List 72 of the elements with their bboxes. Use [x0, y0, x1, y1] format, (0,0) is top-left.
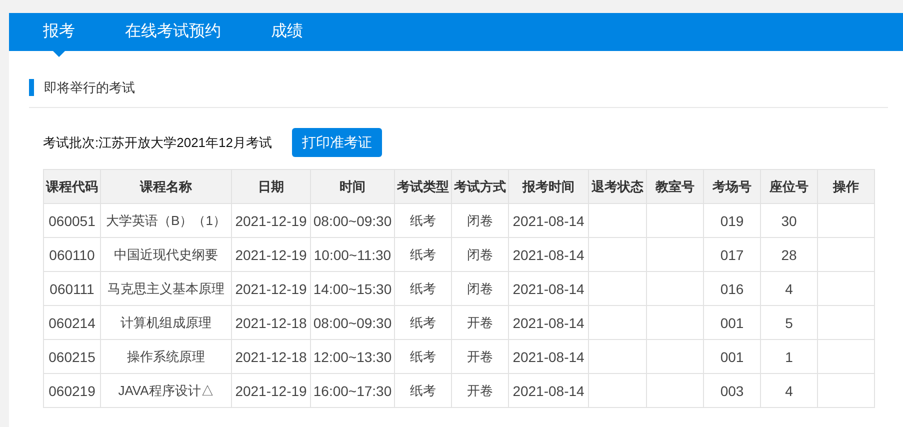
nav-tab[interactable]: 成绩 [257, 13, 317, 51]
column-header: 报考时间 [508, 170, 588, 204]
table-cell: 1 [760, 340, 818, 374]
table-cell: 马克思主义基本原理 [100, 272, 232, 306]
table-cell: 2021-12-19 [232, 272, 310, 306]
table-cell: 大学英语（B）（1） [100, 204, 232, 238]
table-cell: 2021-12-19 [232, 204, 310, 238]
table-cell: 060051 [44, 204, 100, 238]
table-cell: 2021-08-14 [508, 340, 588, 374]
column-header: 考试类型 [394, 170, 452, 204]
table-cell: 10:00~11:30 [310, 238, 394, 272]
table-cell: 纸考 [394, 204, 452, 238]
table-cell: 2021-12-19 [232, 238, 310, 272]
table-cell: 5 [760, 306, 818, 340]
table-cell: 001 [704, 340, 760, 374]
column-header: 课程名称 [100, 170, 232, 204]
table-cell: 060110 [44, 238, 100, 272]
table-cell: 060219 [44, 374, 100, 408]
column-header: 课程代码 [44, 170, 100, 204]
table-cell: 纸考 [394, 238, 452, 272]
table-cell: 纸考 [394, 340, 452, 374]
table-cell: 计算机组成原理 [100, 306, 232, 340]
column-header: 时间 [310, 170, 394, 204]
table-cell: 16:00~17:30 [310, 374, 394, 408]
nav-tab[interactable]: 在线考试预约 [111, 13, 235, 51]
table-cell: 2021-12-18 [232, 340, 310, 374]
section-title: 即将举行的考试 [29, 79, 135, 96]
table-cell: 060111 [44, 272, 100, 306]
table-cell: 闭卷 [452, 238, 508, 272]
table-cell: 2021-08-14 [508, 374, 588, 408]
print-admission-button[interactable]: 打印准考证 [292, 128, 382, 157]
table-cell: 060214 [44, 306, 100, 340]
table-cell: 08:00~09:30 [310, 306, 394, 340]
table-cell: 操作系统原理 [100, 340, 232, 374]
table-cell: 060215 [44, 340, 100, 374]
table-cell: 2021-08-14 [508, 272, 588, 306]
column-header: 日期 [232, 170, 310, 204]
table-cell: 2021-12-19 [232, 374, 310, 408]
table-cell: 2021-08-14 [508, 204, 588, 238]
table-cell: 017 [704, 238, 760, 272]
table-cell: 003 [704, 374, 760, 408]
table-cell: JAVA程序设计△ [100, 374, 232, 408]
table-cell: 纸考 [394, 374, 452, 408]
column-header: 操作 [818, 170, 874, 204]
table-cell: 中国近现代史纲要 [100, 238, 232, 272]
table-cell: 08:00~09:30 [310, 204, 394, 238]
column-header: 座位号 [760, 170, 818, 204]
table-cell: 开卷 [452, 340, 508, 374]
table-cell: 12:00~13:30 [310, 340, 394, 374]
column-header: 退考状态 [588, 170, 646, 204]
column-header: 考试方式 [452, 170, 508, 204]
table-cell: 闭卷 [452, 272, 508, 306]
table-cell: 019 [704, 204, 760, 238]
table-cell: 2021-08-14 [508, 306, 588, 340]
table-cell: 2021-08-14 [508, 238, 588, 272]
column-header: 考场号 [704, 170, 760, 204]
nav-tab[interactable]: 报考 [29, 13, 89, 57]
table-cell: 4 [760, 272, 818, 306]
table-cell: 30 [760, 204, 818, 238]
table-cell: 闭卷 [452, 204, 508, 238]
exam-batch-label: 考试批次:江苏开放大学2021年12月考试 [43, 134, 272, 152]
table-cell: 纸考 [394, 306, 452, 340]
table-cell: 开卷 [452, 306, 508, 340]
table-cell: 28 [760, 238, 818, 272]
column-header: 教室号 [646, 170, 704, 204]
table-cell: 4 [760, 374, 818, 408]
table-cell: 016 [704, 272, 760, 306]
table-cell: 纸考 [394, 272, 452, 306]
table-cell: 14:00~15:30 [310, 272, 394, 306]
table-cell: 2021-12-18 [232, 306, 310, 340]
table-cell: 001 [704, 306, 760, 340]
table-cell: 开卷 [452, 374, 508, 408]
